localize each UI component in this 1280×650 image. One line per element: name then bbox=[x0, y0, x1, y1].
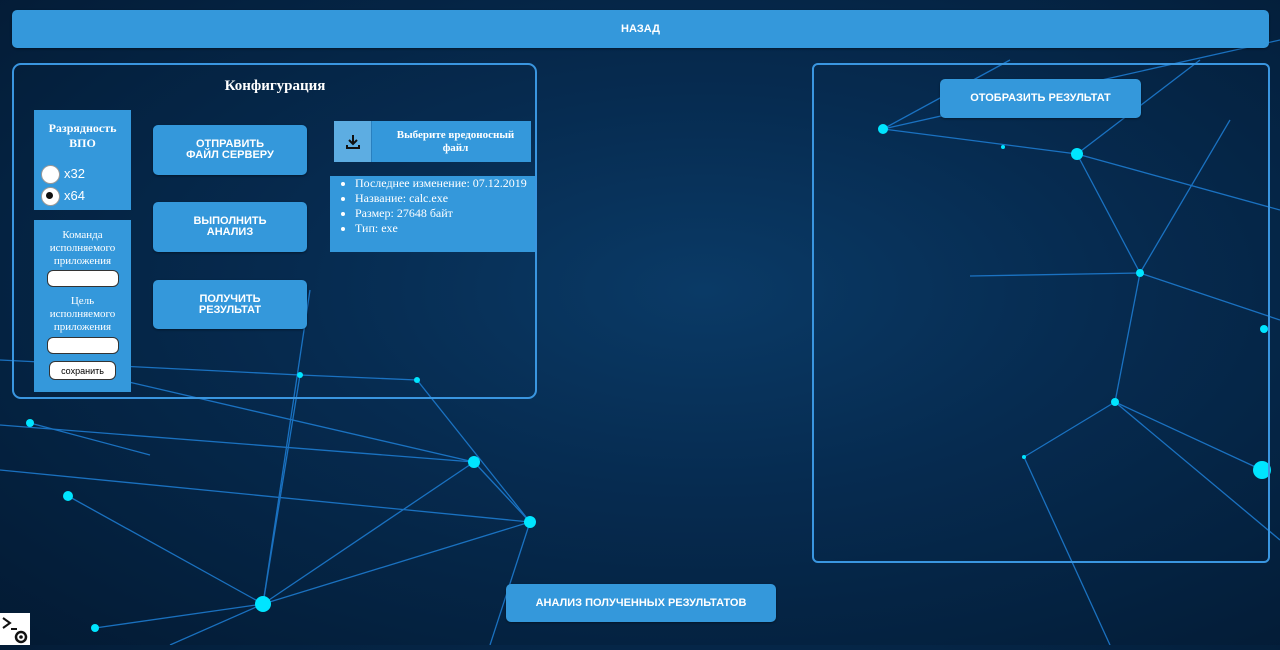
save-button[interactable]: сохранить bbox=[49, 361, 116, 380]
back-button[interactable]: НАЗАД bbox=[12, 10, 1269, 48]
file-info-item: Тип: exe bbox=[355, 221, 535, 236]
file-info-item: Название: calc.exe bbox=[355, 191, 535, 206]
command-input[interactable] bbox=[47, 270, 119, 287]
file-info-item: Размер: 27648 байт bbox=[355, 206, 535, 221]
send-file-button[interactable]: ОТПРАВИТЬ ФАЙЛ СЕРВЕРУ bbox=[153, 125, 307, 175]
run-analysis-button[interactable]: ВЫПОЛНИТЬ АНАЛИЗ bbox=[153, 202, 307, 252]
terminal-settings-icon[interactable] bbox=[0, 613, 30, 645]
get-result-button[interactable]: ПОЛУЧИТЬ РЕЗУЛЬТАТ bbox=[153, 280, 307, 329]
file-info-item: Последнее изменение: 07.12.2019 bbox=[355, 176, 535, 191]
file-info-box: Последнее изменение: 07.12.2019 Название… bbox=[330, 176, 535, 252]
target-input[interactable] bbox=[47, 337, 119, 354]
radio-x64-label: x64 bbox=[64, 188, 85, 203]
file-select-label: Выберите вредоносный файл bbox=[396, 129, 515, 154]
download-icon bbox=[334, 121, 372, 162]
radio-x64[interactable] bbox=[41, 187, 60, 206]
bitness-label: Разрядность ВПО bbox=[48, 121, 117, 150]
show-result-button[interactable]: ОТОБРАЗИТЬ РЕЗУЛЬТАТ bbox=[940, 79, 1141, 118]
radio-x32-label: x32 bbox=[64, 166, 85, 181]
radio-x32[interactable] bbox=[41, 165, 60, 184]
target-label: Цель исполняемого приложения bbox=[49, 295, 116, 333]
file-select-button[interactable]: Выберите вредоносный файл bbox=[334, 121, 531, 162]
results-analysis-button[interactable]: АНАЛИЗ ПОЛУЧЕННЫХ РЕЗУЛЬТАТОВ bbox=[506, 584, 776, 622]
config-title: Конфигурация bbox=[224, 78, 326, 94]
command-label: Команда исполняемого приложения bbox=[49, 229, 116, 267]
result-panel bbox=[812, 63, 1270, 563]
